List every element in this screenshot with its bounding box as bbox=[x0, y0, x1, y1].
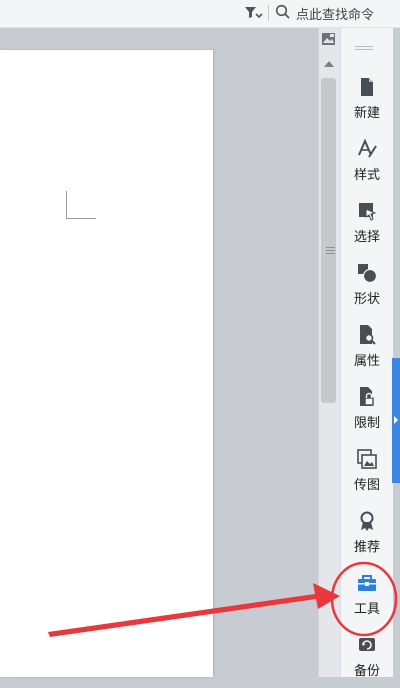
restrict-lock-icon bbox=[356, 386, 378, 408]
margin-corner-marker-h bbox=[66, 218, 96, 219]
tool-label: 备份 bbox=[353, 664, 380, 679]
tool-label: 形状 bbox=[353, 292, 380, 307]
filter-icon[interactable] bbox=[243, 4, 263, 22]
tool-label: 工具 bbox=[353, 602, 380, 617]
tool-label: 传图 bbox=[353, 478, 380, 493]
panel-expand-tab[interactable] bbox=[392, 358, 400, 483]
upload-image-icon bbox=[356, 448, 378, 470]
scrollbar-thumb[interactable] bbox=[321, 78, 336, 403]
panel-handle-line bbox=[355, 49, 373, 50]
top-toolbar: 点此查找命令 bbox=[0, 0, 400, 28]
tool-label: 样式 bbox=[353, 168, 380, 183]
command-search[interactable]: 点此查找命令 bbox=[275, 0, 400, 27]
scroll-grip-icon bbox=[326, 247, 335, 256]
document-canvas bbox=[0, 28, 318, 677]
toolbar-divider bbox=[268, 5, 269, 21]
new-document-icon bbox=[356, 76, 378, 98]
tool-backup[interactable]: 备份 bbox=[341, 628, 393, 688]
search-placeholder: 点此查找命令 bbox=[296, 8, 375, 23]
search-icon bbox=[275, 4, 291, 24]
panel-handle[interactable] bbox=[355, 46, 373, 47]
tool-label: 新建 bbox=[353, 106, 380, 121]
tool-style[interactable]: 样式 bbox=[341, 132, 393, 192]
tool-shape[interactable]: 形状 bbox=[341, 256, 393, 316]
tool-upload-image[interactable]: 传图 bbox=[341, 442, 393, 502]
tool-new[interactable]: 新建 bbox=[341, 70, 393, 130]
document-page[interactable] bbox=[0, 50, 213, 677]
tool-recommend[interactable]: 推荐 bbox=[341, 504, 393, 564]
image-view-icon[interactable] bbox=[321, 31, 336, 50]
tool-restrict[interactable]: 限制 bbox=[341, 380, 393, 440]
tool-label: 选择 bbox=[353, 230, 380, 245]
tool-select[interactable]: 选择 bbox=[341, 194, 393, 254]
recommend-ribbon-icon bbox=[356, 510, 378, 532]
select-cursor-icon bbox=[356, 200, 378, 222]
right-tool-panel: 新建 样式 选择 形状 属性 限制 传图 推荐 工具 备份 bbox=[340, 28, 393, 679]
properties-icon bbox=[356, 324, 378, 346]
text-style-icon bbox=[356, 138, 378, 160]
tool-label: 限制 bbox=[353, 416, 380, 431]
tool-properties[interactable]: 属性 bbox=[341, 318, 393, 378]
toolbox-icon bbox=[356, 572, 378, 594]
backup-icon bbox=[356, 634, 378, 656]
scroll-up-arrow-icon[interactable] bbox=[324, 61, 334, 67]
tool-label: 属性 bbox=[353, 354, 380, 369]
shapes-icon bbox=[356, 262, 378, 284]
tool-toolbox[interactable]: 工具 bbox=[341, 566, 393, 626]
margin-corner-marker bbox=[66, 191, 67, 219]
vertical-scrollbar[interactable] bbox=[318, 28, 340, 677]
tool-label: 推荐 bbox=[353, 540, 380, 555]
